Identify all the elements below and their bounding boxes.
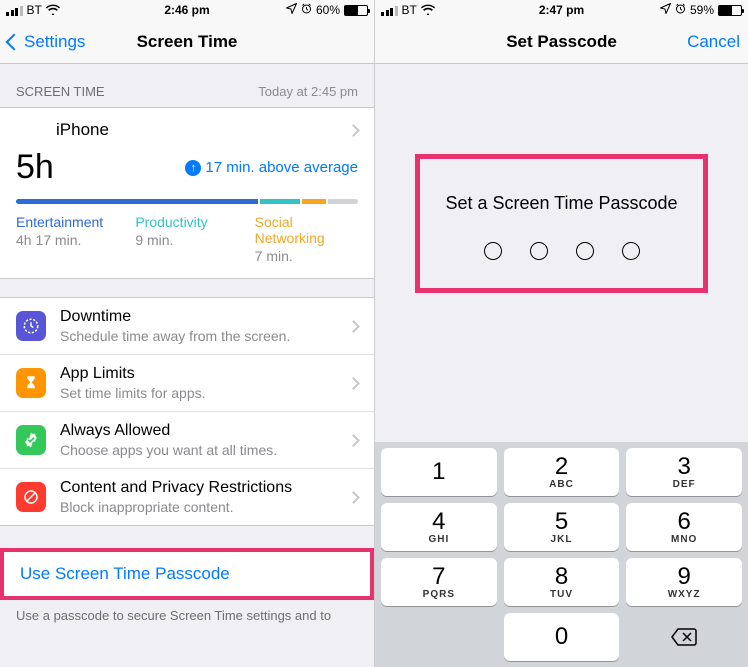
key-9[interactable]: 9WXYZ [626,558,742,606]
passcode-dot [622,242,640,260]
above-average: ↑ 17 min. above average [185,159,358,176]
checkmark-badge-icon [16,425,46,455]
chevron-right-icon [347,377,360,390]
key-3[interactable]: 3DEF [626,448,742,496]
passcode-link-cell[interactable]: Use Screen Time Passcode [0,548,374,600]
key-1[interactable]: 1 [381,448,497,496]
footer-text: Use a passcode to secure Screen Time set… [0,600,374,623]
chevron-right-icon [347,320,360,333]
passcode-prompt-box: Set a Screen Time Passcode [415,154,708,293]
passcode-dots [430,242,693,260]
numeric-keypad: 1 2ABC 3DEF 4GHI 5JKL 6MNO 7PQRS 8TUV 9W… [375,442,748,667]
section-timestamp: Today at 2:45 pm [258,84,358,99]
nav-bar: Settings Screen Time [0,20,374,64]
usage-summary[interactable]: iPhone 5h ↑ 17 min. above average Entert… [0,107,374,279]
downtime-icon [16,311,46,341]
chevron-right-icon [347,124,360,137]
key-4[interactable]: 4GHI [381,503,497,551]
use-passcode-link[interactable]: Use Screen Time Passcode [4,552,370,596]
category-social: Social Networking 7 min. [255,214,358,264]
clock: 2:47 pm [375,3,748,17]
back-button[interactable]: Settings [8,32,85,52]
passcode-prompt: Set a Screen Time Passcode [430,193,693,214]
key-blank [381,613,497,661]
passcode-dot [484,242,502,260]
category-productivity: Productivity 9 min. [135,214,238,264]
battery-icon [344,5,368,16]
section-header: SCREEN TIME Today at 2:45 pm [0,64,374,107]
cell-downtime[interactable]: Downtime Schedule time away from the scr… [0,298,374,355]
clock: 2:46 pm [0,3,374,17]
key-6[interactable]: 6MNO [626,503,742,551]
usage-bar [16,199,358,204]
categories: Entertainment 4h 17 min. Productivity 9 … [0,214,374,278]
key-5[interactable]: 5JKL [504,503,620,551]
passcode-dot [530,242,548,260]
back-label: Settings [24,32,85,52]
hourglass-icon [16,368,46,398]
backspace-icon [670,627,698,647]
chevron-right-icon [347,434,360,447]
cell-always-allowed[interactable]: Always Allowed Choose apps you want at a… [0,412,374,469]
settings-list: Downtime Schedule time away from the scr… [0,297,374,526]
key-backspace[interactable] [626,613,742,661]
battery-icon [718,5,742,16]
screen-time-settings: BT 2:46 pm 60% Settings Screen Time SCRE… [0,0,374,667]
status-bar: BT 2:47 pm 59% [375,0,748,20]
total-time: 5h [16,148,54,187]
passcode-dot [576,242,594,260]
key-0[interactable]: 0 [504,613,620,661]
key-8[interactable]: 8TUV [504,558,620,606]
category-entertainment: Entertainment 4h 17 min. [16,214,119,264]
key-7[interactable]: 7PQRS [381,558,497,606]
no-entry-icon [16,482,46,512]
cell-content-restrictions[interactable]: Content and Privacy Restrictions Block i… [0,469,374,525]
cancel-button[interactable]: Cancel [687,32,740,52]
cell-app-limits[interactable]: App Limits Set time limits for apps. [0,355,374,412]
chevron-right-icon [347,491,360,504]
section-label: SCREEN TIME [16,84,105,99]
chevron-left-icon [6,33,23,50]
status-bar: BT 2:46 pm 60% [0,0,374,20]
nav-bar: Set Passcode Cancel [375,20,748,64]
key-2[interactable]: 2ABC [504,448,620,496]
up-arrow-icon: ↑ [185,160,201,176]
set-passcode-screen: BT 2:47 pm 59% Set Passcode Cancel Set a… [374,0,748,667]
device-name: iPhone [56,120,349,140]
